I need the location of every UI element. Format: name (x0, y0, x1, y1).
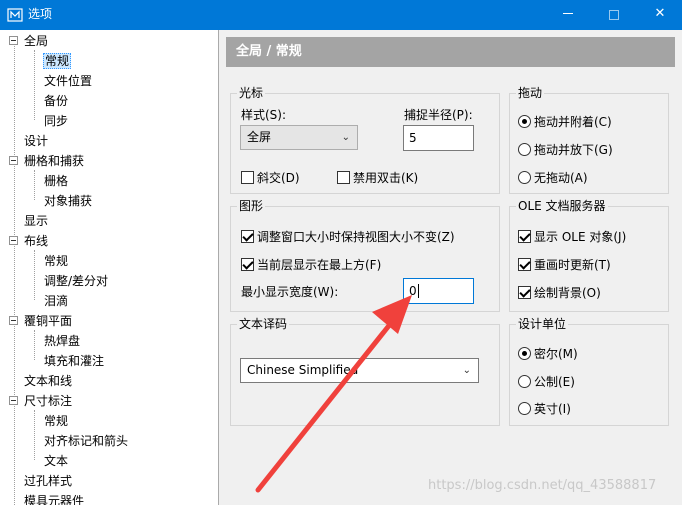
tree-connector (34, 330, 35, 360)
tree-item-sync[interactable]: 同步 (44, 111, 68, 131)
disable-double-click-checkbox[interactable]: 禁用双击(K) (337, 170, 418, 186)
radio-mils[interactable]: 密尔(M) (518, 346, 578, 362)
checkbox-box[interactable] (518, 230, 531, 243)
active-layer-on-top-checkbox[interactable]: 当前层显示在最上方(F) (241, 257, 381, 273)
tree-item-tuning-diffpair[interactable]: 调整/差分对 (44, 271, 108, 291)
group-title: 设计单位 (516, 316, 569, 332)
close-icon: ✕ (654, 6, 666, 21)
snap-radius-label: 捕捉半径(P): (404, 108, 473, 122)
cursor-style-select[interactable]: 全屏 ⌄ (240, 125, 358, 150)
tree-item-grid[interactable]: 栅格 (44, 171, 68, 191)
tree-item-teardrops[interactable]: 泪滴 (44, 291, 68, 311)
tree-connector (34, 410, 35, 460)
tree-connector (34, 50, 35, 120)
radio-drag-drop[interactable]: 拖动并放下(G) (518, 142, 613, 158)
collapse-icon[interactable] (9, 316, 18, 325)
diagonal-checkbox[interactable]: 斜交(D) (241, 170, 300, 186)
radio-circle[interactable] (518, 171, 531, 184)
tree-item-file-locations[interactable]: 文件位置 (44, 71, 92, 91)
snap-radius-input[interactable]: 5 (403, 125, 474, 151)
tree-item-design[interactable]: 设计 (24, 131, 48, 151)
radio-no-drag[interactable]: 无拖动(A) (518, 170, 588, 186)
collapse-icon[interactable] (9, 396, 18, 405)
radio-metric[interactable]: 公制(E) (518, 374, 575, 390)
group-title: 图形 (237, 198, 266, 214)
group-title: 拖动 (516, 85, 545, 101)
tree-connector (14, 44, 15, 505)
tree-item-dim-general[interactable]: 常规 (44, 411, 68, 431)
close-button[interactable]: ✕ (637, 0, 682, 30)
radio-circle[interactable] (518, 402, 531, 415)
tree-item-text-lines[interactable]: 文本和线 (24, 371, 72, 391)
tree-item-global[interactable]: 全局 (0, 31, 218, 51)
group-title: 文本译码 (237, 316, 290, 332)
tree-item-routing[interactable]: 布线 (0, 231, 218, 251)
maximize-icon (609, 10, 619, 20)
tree-item-object-snap[interactable]: 对象捕获 (44, 191, 92, 211)
tree-item-via-styles[interactable]: 过孔样式 (24, 471, 72, 491)
radio-circle[interactable] (518, 347, 531, 360)
style-label: 样式(S): (241, 108, 287, 122)
checkbox-box[interactable] (241, 171, 254, 184)
group-title: 光标 (237, 85, 266, 101)
tree-item-dimensioning[interactable]: 尺寸标注 (0, 391, 218, 411)
window-title: 选项 (28, 7, 53, 21)
group-title: OLE 文档服务器 (516, 198, 608, 214)
checkbox-box[interactable] (518, 286, 531, 299)
watermark: https://blog.csdn.net/qq_43588817 (428, 478, 657, 493)
update-on-redraw-checkbox[interactable]: 重画时更新(T) (518, 257, 611, 273)
maximize-button[interactable] (591, 0, 637, 30)
tree-item-fill-flood[interactable]: 填充和灌注 (44, 351, 104, 371)
radio-circle[interactable] (518, 143, 531, 156)
radio-circle[interactable] (518, 375, 531, 388)
checkbox-box[interactable] (518, 258, 531, 271)
keep-view-size-checkbox[interactable]: 调整窗口大小时保持视图大小不变(Z) (241, 229, 455, 245)
tree-connector (34, 250, 35, 300)
tree-item-copper-plane[interactable]: 覆铜平面 (0, 311, 218, 331)
checkbox-box[interactable] (241, 230, 254, 243)
chevron-down-icon: ⌄ (462, 365, 471, 376)
checkbox-box[interactable] (337, 171, 350, 184)
tree-item-die-components[interactable]: 模具元器件 (24, 491, 84, 505)
checkbox-box[interactable] (241, 258, 254, 271)
show-ole-objects-checkbox[interactable]: 显示 OLE 对象(J) (518, 229, 626, 245)
collapse-icon[interactable] (9, 156, 18, 165)
minimize-button[interactable] (545, 0, 591, 30)
text-caret (417, 284, 419, 298)
tree-item-alignment-arrows[interactable]: 对齐标记和箭头 (44, 431, 128, 451)
radio-drag-attach[interactable]: 拖动并附着(C) (518, 114, 612, 130)
tree-item-routing-general[interactable]: 常规 (44, 251, 68, 271)
options-tree[interactable]: 全局 常规 文件位置 备份 同步 设计 栅格和捕获 栅格 对象捕获 显示 布线 … (0, 30, 219, 505)
draw-background-checkbox[interactable]: 绘制背景(O) (518, 285, 601, 301)
collapse-icon[interactable] (9, 36, 18, 45)
radio-inches[interactable]: 英寸(I) (518, 401, 571, 417)
collapse-icon[interactable] (9, 236, 18, 245)
tree-item-backup[interactable]: 备份 (44, 91, 68, 111)
text-encoding-select[interactable]: Chinese Simplified ⌄ (240, 358, 479, 383)
title-bar: 选项 ✕ (0, 0, 682, 30)
tree-item-general[interactable]: 常规 (43, 51, 72, 71)
tree-item-grid-snap[interactable]: 栅格和捕获 (0, 151, 218, 171)
page-title: 全局 / 常规 (226, 37, 675, 67)
tree-connector (34, 170, 35, 200)
min-display-width-input[interactable]: 0 (403, 278, 474, 304)
min-display-width-label: 最小显示宽度(W): (241, 285, 339, 299)
radio-circle[interactable] (518, 115, 531, 128)
minimize-icon (563, 13, 573, 14)
tree-item-thermals[interactable]: 热焊盘 (44, 331, 80, 351)
chevron-down-icon: ⌄ (341, 132, 350, 143)
tree-item-display[interactable]: 显示 (24, 211, 48, 231)
app-icon (7, 8, 23, 22)
tree-item-dim-text[interactable]: 文本 (44, 451, 68, 471)
